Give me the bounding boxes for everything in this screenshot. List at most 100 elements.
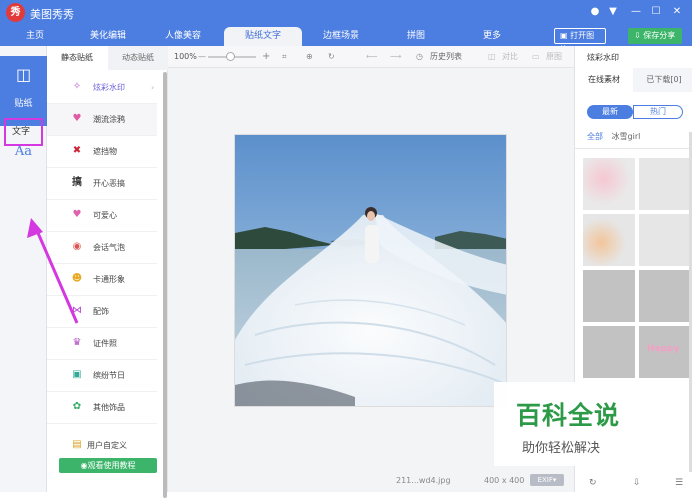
sticker-thumbnail[interactable] (583, 270, 635, 322)
bride-photo-image (235, 135, 506, 406)
category-label: 可爱心 (93, 211, 117, 220)
lips-icon: ♥ (72, 113, 82, 124)
sticker-thumbnail[interactable]: Happy (639, 326, 691, 378)
tab-portrait[interactable]: 人像美容 (146, 27, 220, 46)
watermark-subtitle: 助你轻松解决 (522, 441, 601, 456)
save-icon: ⇩ (634, 31, 641, 40)
category-item[interactable]: ▣ 缤纷节日 (47, 360, 157, 392)
refresh-icon[interactable]: ↻ (589, 478, 597, 488)
sticker-icon: ◫ (15, 65, 32, 84)
watermark-title: 百科全说 (516, 401, 621, 430)
history-list-button[interactable]: 历史列表 (430, 51, 462, 63)
tab-downloaded[interactable]: 已下载[0] (635, 68, 692, 92)
material-source-tabs: 在线素材 已下载[0] (575, 68, 692, 92)
tab-static-stickers[interactable]: 静态贴纸 (47, 46, 107, 70)
tab-frames[interactable]: 边框场景 (304, 27, 378, 46)
gift-icon: ▣ (72, 369, 82, 380)
filter-newest-button[interactable]: 最新 (587, 105, 633, 119)
exif-button[interactable]: EXIF▾ (530, 474, 564, 486)
filter-all[interactable]: 全部 (587, 132, 603, 141)
original-button[interactable]: 原图 (546, 51, 562, 63)
text-icon: Aa (14, 144, 33, 159)
category-item[interactable]: ✿ 其他饰品 (47, 392, 157, 424)
divider (575, 148, 692, 149)
category-label: 其他饰品 (93, 403, 125, 412)
category-label: 潮流涂鸦 (93, 115, 125, 124)
text-rail-label: 文字 (12, 127, 31, 137)
sticker-thumbnail[interactable] (639, 270, 691, 322)
app-logo-icon: 秀 (6, 3, 25, 22)
rotate-icon[interactable]: ↻ (328, 51, 335, 63)
category-item[interactable]: ♥ 潮流涂鸦 (47, 104, 157, 136)
redo-icon[interactable]: ⟶ (390, 51, 401, 63)
category-label: 证件照 (93, 339, 117, 348)
tab-online-materials[interactable]: 在线素材 (575, 68, 633, 92)
tab-more[interactable]: 更多 (456, 27, 528, 46)
sticker-thumbnail[interactable] (639, 158, 691, 210)
app-title: 美图秀秀 (30, 8, 74, 21)
original-icon[interactable]: ▭ (532, 51, 540, 63)
maximize-button[interactable]: ☐ (648, 4, 664, 20)
sticker-thumbnail[interactable] (583, 158, 635, 210)
filter-snow-girl[interactable]: 冰雪girl (612, 132, 641, 141)
image-icon: ▣ (560, 31, 568, 40)
save-share-button[interactable]: ⇩ 保存分享 (628, 28, 682, 44)
chevron-right-icon: › (151, 83, 155, 92)
zoom-in-button[interactable]: + (262, 51, 270, 63)
site-watermark: 百科全说 助你轻松解决 (494, 382, 672, 466)
main-nav: 主页 美化编辑 人像美容 贴纸文字 边框场景 拼图 更多 ▣ 打开图片 ⇩ 保存… (0, 27, 692, 54)
file-name: 211...wd4.jpg (396, 476, 451, 485)
undo-icon[interactable]: ⟵ (366, 51, 377, 63)
zoom-level: 100% (174, 52, 197, 61)
block-icon: ✖ (72, 145, 82, 156)
sticker-rail-label: 贴纸 (14, 99, 33, 109)
sticker-thumbnail[interactable] (639, 214, 691, 266)
minimize-button[interactable]: — (628, 4, 644, 20)
tab-home[interactable]: 主页 (0, 27, 70, 46)
crop-icon[interactable]: ⌗ (282, 51, 287, 63)
menu-dropdown-icon[interactable]: ▼ (605, 4, 621, 20)
close-button[interactable]: ✕ (669, 4, 685, 20)
sticker-thumbnail[interactable] (583, 214, 635, 266)
history-icon[interactable]: ◷ (416, 51, 423, 63)
material-filter-row: 全部 冰雪girl (587, 131, 640, 142)
tab-collage[interactable]: 拼图 (380, 27, 452, 46)
category-scrollbar[interactable] (163, 72, 167, 498)
sticker-rail-button[interactable]: ◫ 贴纸 (0, 56, 47, 126)
crown-icon: ♛ (72, 337, 82, 348)
funny-icon: 搞 (72, 177, 82, 188)
material-panel-footer: ↻ ⇩ ☰ (575, 478, 692, 492)
category-item[interactable]: ♛ 证件照 (47, 328, 157, 360)
category-item[interactable]: 搞 开心恶搞 (47, 168, 157, 200)
compare-button[interactable]: 对比 (502, 51, 518, 63)
canvas-toolbar: 100% — + ⌗ ⊕ ↻ ⟵ ⟶ ◷ 历史列表 ◫ 对比 ▭ 原图 (168, 46, 574, 68)
more-icon[interactable]: ☰ (675, 478, 683, 488)
material-panel-title: 炫彩水印 (587, 53, 619, 62)
edited-photo[interactable] (234, 134, 507, 407)
filter-hot-button[interactable]: 热门 (633, 105, 683, 119)
sticker-thumbnail[interactable] (583, 326, 635, 378)
tab-stickers-text[interactable]: 贴纸文字 (224, 27, 302, 46)
category-label: 缤纷节日 (93, 371, 125, 380)
magnify-icon[interactable]: ⊕ (306, 51, 313, 63)
tab-beautify[interactable]: 美化编辑 (72, 27, 144, 46)
folder-icon: ▤ (72, 439, 82, 450)
watch-tutorial-button[interactable]: ◉观看使用教程 (59, 458, 157, 473)
open-image-button[interactable]: ▣ 打开图片 (554, 28, 606, 54)
category-label: 炫彩水印 (93, 83, 125, 92)
happy-sticker-text: Happy (647, 344, 680, 354)
text-rail-button[interactable]: Aa (0, 142, 47, 188)
category-item[interactable]: ✧ 炫彩水印 › (47, 72, 157, 104)
compare-icon[interactable]: ◫ (488, 51, 496, 63)
category-item[interactable]: ✖ 遮挡物 (47, 136, 157, 168)
download-icon[interactable]: ⇩ (633, 478, 641, 488)
tab-animated-stickers[interactable]: 动态贴纸 (108, 46, 168, 70)
category-label: 遮挡物 (93, 147, 117, 156)
category-label: 开心恶搞 (93, 179, 125, 188)
title-bar: 秀 美图秀秀 ● ▼ — ☐ ✕ (0, 0, 692, 27)
zoom-out-button[interactable]: — (198, 51, 206, 63)
chat-icon[interactable]: ● (587, 4, 603, 20)
zoom-slider-knob[interactable] (226, 52, 235, 61)
annotation-arrow (27, 218, 79, 324)
category-label: 配饰 (93, 307, 109, 316)
